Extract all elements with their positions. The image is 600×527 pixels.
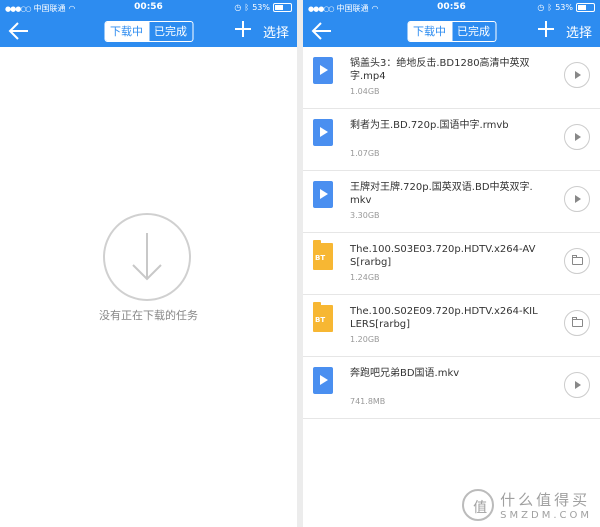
back-arrow-icon[interactable] xyxy=(8,20,30,42)
tab-segment: 下载中 已完成 xyxy=(407,21,496,42)
play-icon[interactable] xyxy=(564,372,590,398)
list-item[interactable]: BT The.100.S02E09.720p.HDTV.x264-KILLERS… xyxy=(303,295,600,357)
file-name: 王牌对王牌.720p.国英双语.BD中英双字.mkv xyxy=(350,182,533,206)
tab-segment: 下载中 已完成 xyxy=(104,21,193,42)
file-size: 1.04GB xyxy=(350,87,380,96)
battery-percent: 53% xyxy=(252,3,270,12)
bluetooth-icon: ᛒ xyxy=(244,3,250,12)
nav-bar: 下载中 已完成 选择 xyxy=(303,16,600,47)
file-size: 1.07GB xyxy=(350,149,380,158)
top-bar: ●●●○○ 中国联通 ◠ 00:56 ◷ ᛒ 53% 下载中 已完成 选择 xyxy=(0,0,297,47)
battery-percent: 53% xyxy=(555,3,573,12)
list-item[interactable]: 王牌对王牌.720p.国英双语.BD中英双字.mkv 3.30GB xyxy=(303,171,600,233)
top-bar: ●●●○○ 中国联通 ◠ 00:56 ◷ ᛒ 53% 下载中 已完成 选择 xyxy=(303,0,600,47)
file-name: 奔跑吧兄弟BD国语.mkv xyxy=(350,368,460,379)
alarm-icon: ◷ xyxy=(234,3,242,12)
file-list: 锅盖头3：绝地反击.BD1280高清中英双字.mp4 1.04GB 剩者为王.B… xyxy=(303,47,600,419)
file-size: 3.30GB xyxy=(350,211,380,220)
downloading-screen: ●●●○○ 中国联通 ◠ 00:56 ◷ ᛒ 53% 下载中 已完成 选择 没有… xyxy=(0,0,297,527)
empty-message: 没有正在下载的任务 xyxy=(99,309,198,322)
file-size: 1.24GB xyxy=(350,273,380,282)
video-file-icon xyxy=(313,181,333,208)
tab-downloading[interactable]: 下载中 xyxy=(105,22,148,41)
bluetooth-icon: ᛒ xyxy=(547,3,553,12)
tab-completed[interactable]: 已完成 xyxy=(451,22,495,41)
select-button[interactable]: 选择 xyxy=(566,22,592,41)
list-item[interactable]: 锅盖头3：绝地反击.BD1280高清中英双字.mp4 1.04GB xyxy=(303,47,600,109)
video-file-icon xyxy=(313,119,333,146)
watermark-logo-icon: 值 xyxy=(462,489,495,521)
watermark-cn: 什么值得买 xyxy=(500,491,591,509)
watermark: 值 什么值得买 SMZDM.COM xyxy=(462,489,592,521)
list-item[interactable]: BT The.100.S03E03.720p.HDTV.x264-AVS[rar… xyxy=(303,233,600,295)
status-bar: ●●●○○ 中国联通 ◠ 00:56 ◷ ᛒ 53% xyxy=(303,0,600,16)
play-icon[interactable] xyxy=(564,186,590,212)
bt-file-icon: BT xyxy=(313,240,333,270)
add-icon[interactable] xyxy=(233,19,253,39)
file-name: 锅盖头3：绝地反击.BD1280高清中英双字.mp4 xyxy=(350,58,530,82)
download-empty-icon xyxy=(103,213,191,301)
file-size: 1.20GB xyxy=(350,335,380,344)
tab-downloading[interactable]: 下载中 xyxy=(408,22,451,41)
status-bar: ●●●○○ 中国联通 ◠ 00:56 ◷ ᛒ 53% xyxy=(0,0,297,16)
play-icon[interactable] xyxy=(564,124,590,150)
alarm-icon: ◷ xyxy=(537,3,545,12)
add-icon[interactable] xyxy=(536,19,556,39)
folder-icon[interactable] xyxy=(564,310,590,336)
file-name: The.100.S03E03.720p.HDTV.x264-AVS[rarbg] xyxy=(350,244,536,268)
tab-completed[interactable]: 已完成 xyxy=(148,22,192,41)
file-name: The.100.S02E09.720p.HDTV.x264-KILLERS[ra… xyxy=(350,306,538,330)
battery-icon xyxy=(273,3,292,12)
back-arrow-icon[interactable] xyxy=(311,20,333,42)
select-button[interactable]: 选择 xyxy=(263,22,289,41)
completed-screen: ●●●○○ 中国联通 ◠ 00:56 ◷ ᛒ 53% 下载中 已完成 选择 锅盖… xyxy=(303,0,600,527)
folder-icon[interactable] xyxy=(564,248,590,274)
play-icon[interactable] xyxy=(564,62,590,88)
video-file-icon xyxy=(313,57,333,84)
watermark-en: SMZDM.COM xyxy=(500,510,592,521)
file-name: 剩者为王.BD.720p.国语中字.rmvb xyxy=(350,120,509,131)
bt-file-icon: BT xyxy=(313,302,333,332)
file-size: 741.8MB xyxy=(350,397,386,406)
list-item[interactable]: 剩者为王.BD.720p.国语中字.rmvb 1.07GB xyxy=(303,109,600,171)
video-file-icon xyxy=(313,367,333,394)
list-item[interactable]: 奔跑吧兄弟BD国语.mkv 741.8MB xyxy=(303,357,600,419)
nav-bar: 下载中 已完成 选择 xyxy=(0,16,297,47)
battery-icon xyxy=(576,3,595,12)
